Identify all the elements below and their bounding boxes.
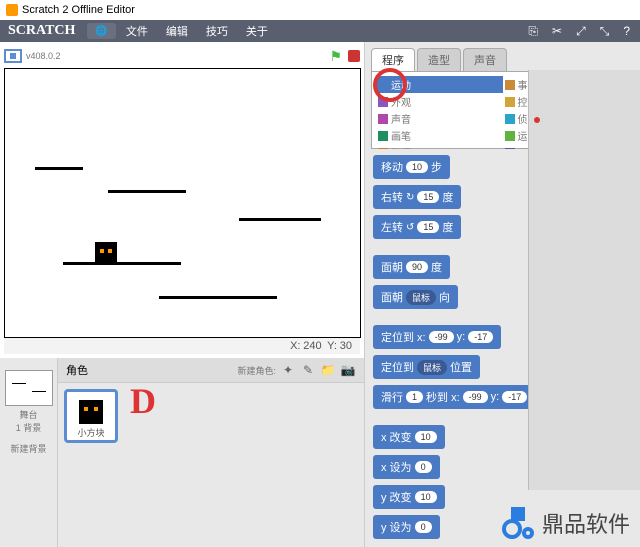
category-swatch bbox=[378, 131, 388, 141]
camera-sprite-icon[interactable]: 📷 bbox=[340, 362, 356, 378]
category-0[interactable]: 运动 bbox=[376, 76, 503, 93]
coord-bar: X: 240 Y: 30 bbox=[4, 338, 360, 354]
category-label: 运动 bbox=[391, 77, 411, 92]
sprites-title: 角色 bbox=[66, 362, 88, 378]
stamp-icon[interactable]: ⎘ bbox=[522, 22, 544, 41]
category-2[interactable]: 外观 bbox=[376, 93, 503, 110]
block-set-x[interactable]: x 设为0 bbox=[373, 455, 440, 479]
block-set-y[interactable]: y 设为0 bbox=[373, 515, 440, 539]
backdrop-count: 1 背景 bbox=[4, 421, 53, 434]
stage-area: v408.0.2 ⚑ X: 240 Y: 30 bbox=[0, 42, 364, 358]
block-turn-left[interactable]: 左转↺15度 bbox=[373, 215, 461, 239]
help-icon[interactable]: ? bbox=[617, 22, 636, 40]
stop-icon[interactable] bbox=[348, 50, 360, 62]
sprite-list: 小方块 bbox=[58, 383, 364, 547]
tab-scripts[interactable]: 程序 bbox=[371, 48, 415, 71]
upload-sprite-icon[interactable]: 📁 bbox=[320, 362, 336, 378]
watermark-text: 鼎品软件 bbox=[542, 507, 630, 539]
menu-tips[interactable]: 技巧 bbox=[198, 21, 236, 41]
menu-edit[interactable]: 编辑 bbox=[158, 21, 196, 41]
watermark-logo-icon bbox=[502, 507, 534, 539]
category-swatch bbox=[505, 97, 515, 107]
sprites-pane: 舞台 1 背景 新建背景 角色 新建角色: ✦ ✎ 📁 📷 bbox=[0, 358, 364, 547]
green-flag-icon[interactable]: ⚑ bbox=[329, 48, 342, 65]
paint-sprite-icon[interactable]: ✎ bbox=[300, 362, 316, 378]
stage-label: 舞台 bbox=[4, 408, 53, 421]
scissors-icon[interactable]: ✂ bbox=[546, 22, 568, 40]
block-move[interactable]: 移动10步 bbox=[373, 155, 450, 179]
sprite-name: 小方块 bbox=[67, 426, 115, 439]
titlebar: Scratch 2 Offline Editor bbox=[0, 0, 640, 20]
scripts-canvas[interactable] bbox=[528, 70, 640, 490]
window-title: Scratch 2 Offline Editor bbox=[22, 4, 135, 16]
category-swatch bbox=[505, 114, 515, 124]
tabs: 程序 造型 声音 bbox=[365, 48, 640, 71]
category-swatch bbox=[505, 80, 515, 90]
backdrop-column: 舞台 1 背景 新建背景 bbox=[0, 358, 58, 547]
stage-view-toggle[interactable] bbox=[4, 49, 22, 63]
category-swatch bbox=[505, 131, 515, 141]
block-goto[interactable]: 定位到鼠标位置 bbox=[373, 355, 480, 379]
ccw-icon: ↺ bbox=[406, 222, 414, 233]
category-swatch bbox=[378, 114, 388, 124]
watermark: 鼎品软件 bbox=[502, 507, 630, 539]
annotation-dot bbox=[534, 117, 540, 123]
new-backdrop-label: 新建背景 bbox=[4, 442, 53, 455]
platform bbox=[108, 190, 186, 193]
sprite-from-library-icon[interactable]: ✦ bbox=[280, 362, 296, 378]
block-point-to[interactable]: 面朝鼠标向 bbox=[373, 285, 458, 309]
menubar: SCRATCH 文件 编辑 技巧 关于 ⎘ ✂ ⤢ ⤡ ? bbox=[0, 20, 640, 42]
new-sprite-label: 新建角色: bbox=[237, 364, 276, 377]
category-label: 声音 bbox=[391, 111, 411, 126]
block-glide[interactable]: 滑行1秒到 x:-99y:-17 bbox=[373, 385, 535, 409]
menu-file[interactable]: 文件 bbox=[118, 21, 156, 41]
category-label: 外观 bbox=[391, 94, 411, 109]
block-point-dir[interactable]: 面朝90度 bbox=[373, 255, 450, 279]
category-4[interactable]: 声音 bbox=[376, 110, 503, 127]
platform bbox=[63, 262, 181, 265]
category-swatch bbox=[378, 80, 388, 90]
platform bbox=[35, 167, 83, 170]
sprite-item[interactable]: 小方块 bbox=[64, 389, 118, 443]
left-column: v408.0.2 ⚑ X: 240 Y: 30 bbox=[0, 42, 365, 547]
language-menu[interactable] bbox=[87, 23, 115, 39]
tab-sounds[interactable]: 声音 bbox=[463, 48, 507, 71]
app-icon bbox=[6, 4, 18, 16]
shrink-icon[interactable]: ⤡ bbox=[594, 22, 616, 41]
backdrop-thumb[interactable] bbox=[5, 370, 53, 406]
block-change-y[interactable]: y 改变10 bbox=[373, 485, 445, 509]
scratch-logo: SCRATCH bbox=[4, 23, 79, 39]
sprite-on-stage[interactable] bbox=[95, 242, 117, 264]
tab-costumes[interactable]: 造型 bbox=[417, 48, 461, 71]
block-goto-xy[interactable]: 定位到 x:-99y:-17 bbox=[373, 325, 501, 349]
category-swatch bbox=[378, 97, 388, 107]
menu-about[interactable]: 关于 bbox=[238, 21, 276, 41]
version-label: v408.0.2 bbox=[26, 51, 61, 61]
platform bbox=[159, 296, 277, 299]
platform bbox=[239, 218, 321, 221]
category-label: 画笔 bbox=[391, 128, 411, 143]
grow-icon[interactable]: ⤢ bbox=[570, 22, 592, 41]
stage-canvas[interactable] bbox=[4, 68, 361, 338]
cw-icon: ↻ bbox=[406, 192, 414, 203]
block-change-x[interactable]: x 改变10 bbox=[373, 425, 445, 449]
category-6[interactable]: 画笔 bbox=[376, 127, 503, 144]
block-turn-right[interactable]: 右转↻15度 bbox=[373, 185, 461, 209]
